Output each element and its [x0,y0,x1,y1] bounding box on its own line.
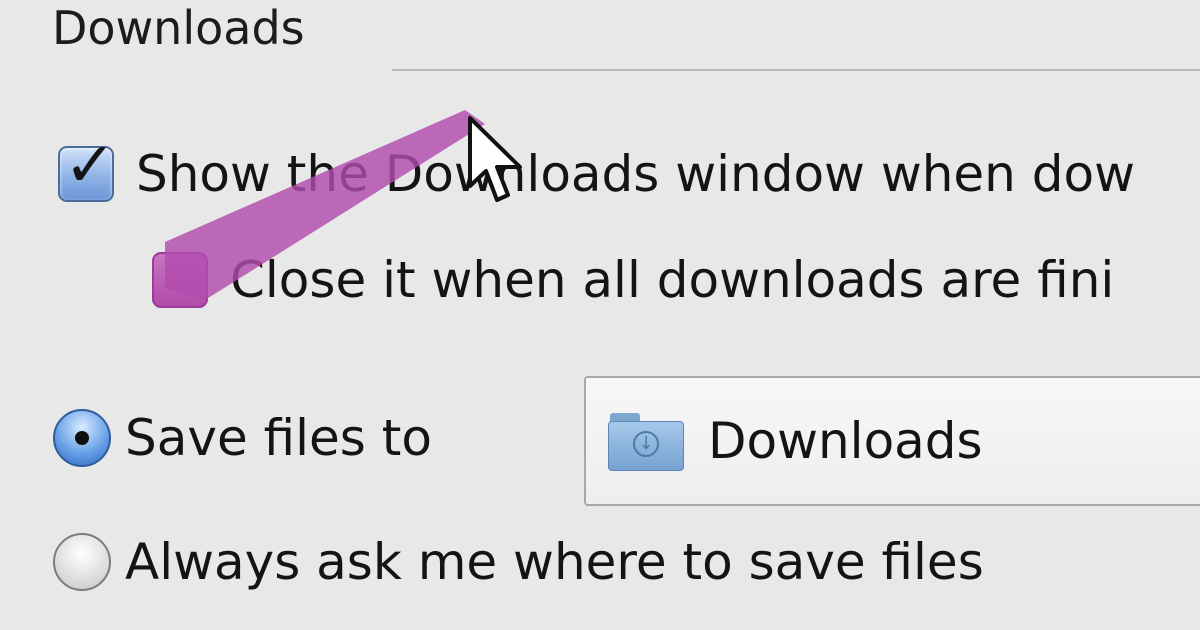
section-divider [392,69,1200,71]
checkmark-icon: ✓ [64,128,116,201]
show-downloads-window-label: Show the Downloads window when dow [136,145,1135,203]
downloads-folder-icon: ↓ [608,411,684,471]
always-ask-radio[interactable] [53,533,111,591]
section-title: Downloads [52,1,305,55]
save-files-to-label: Save files to [125,409,432,467]
always-ask-label: Always ask me where to save files [125,533,984,591]
show-downloads-window-option[interactable]: ✓ Show the Downloads window when dow [58,134,1135,204]
show-downloads-window-checkbox[interactable]: ✓ [58,134,116,202]
save-files-to-radio[interactable] [53,409,111,467]
close-when-finished-checkbox[interactable] [152,252,208,308]
mouse-pointer-icon [468,116,522,202]
always-ask-option[interactable]: Always ask me where to save files [53,532,984,592]
close-when-finished-label: Close it when all downloads are fini [230,251,1115,309]
radio-dot-icon [75,431,89,445]
download-folder-name: Downloads [708,412,983,470]
close-when-finished-option[interactable]: Close it when all downloads are fini [152,250,1114,310]
save-files-to-option[interactable]: Save files to [53,408,432,468]
download-folder-popup[interactable]: ↓ Downloads [584,376,1200,506]
